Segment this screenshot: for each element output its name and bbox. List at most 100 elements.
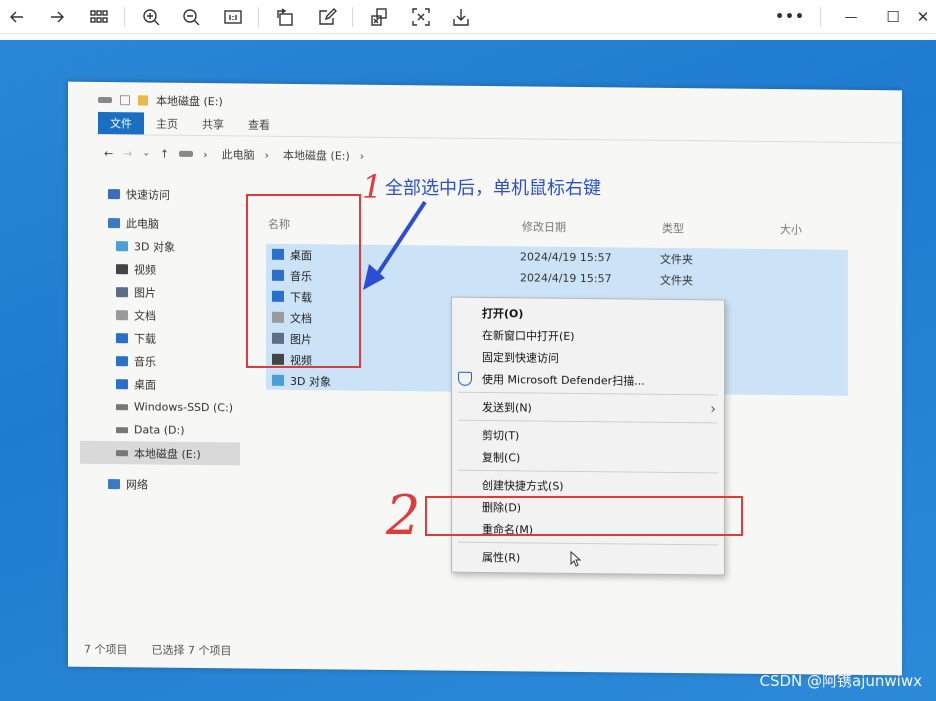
more-options-button[interactable]: ••• xyxy=(775,4,804,30)
chevron-right-icon: › xyxy=(264,148,270,162)
explorer-title-bar: 本地磁盘 (E:) xyxy=(98,90,223,111)
column-header-type[interactable]: 类型 xyxy=(662,220,684,236)
network-icon xyxy=(108,478,120,489)
tab-home[interactable]: 主页 xyxy=(144,112,190,134)
annotation-text-1: 全部选中后，单机鼠标右键 xyxy=(385,178,601,199)
toolbar-divider xyxy=(258,7,259,27)
menu-separator xyxy=(458,391,718,396)
nav-item-label: 下载 xyxy=(134,331,156,346)
forward-arrow-icon[interactable] xyxy=(44,4,70,30)
nav-item-desktop[interactable]: 桌面 xyxy=(80,372,240,397)
back-icon[interactable]: ← xyxy=(104,147,113,160)
menu-item-label: 发送到(N) xyxy=(482,400,532,415)
zoom-in-icon[interactable] xyxy=(138,4,164,30)
video-icon xyxy=(116,263,128,274)
save-icon[interactable] xyxy=(448,4,474,30)
breadcrumb-this-pc[interactable]: 此电脑 xyxy=(222,146,255,162)
nav-item-documents[interactable]: 文档 xyxy=(80,303,240,328)
nav-item-drive-e[interactable]: 本地磁盘 (E:) xyxy=(80,440,240,466)
menu-separator xyxy=(458,469,718,474)
annotation-box-properties xyxy=(425,496,743,536)
nav-item-pictures[interactable]: 图片 xyxy=(80,280,240,305)
toolbar-divider xyxy=(820,7,821,27)
menu-item-send-to[interactable]: 发送到(N) › xyxy=(452,396,724,421)
menu-item-copy[interactable]: 复制(C) xyxy=(452,446,724,471)
nav-item-label: 快速访问 xyxy=(126,187,170,202)
forward-icon[interactable]: → xyxy=(123,147,132,160)
grid-icon[interactable] xyxy=(86,4,112,30)
nav-item-3d-objects[interactable]: 3D 对象 xyxy=(80,234,240,259)
breadcrumb-drive-e[interactable]: 本地磁盘 (E:) xyxy=(283,147,350,164)
chevron-down-icon[interactable]: ⌄ xyxy=(142,148,150,158)
ribbon-tabs: 文件 主页 共享 查看 xyxy=(98,111,282,136)
watermark: CSDN @阿镌ajunwiwx xyxy=(759,672,923,690)
drive-icon xyxy=(116,426,128,433)
zoom-out-icon[interactable] xyxy=(178,4,204,30)
mouse-cursor-icon xyxy=(570,550,582,567)
up-icon[interactable]: ↑ xyxy=(160,147,169,160)
nav-item-label: 此电脑 xyxy=(126,216,159,231)
tab-view[interactable]: 查看 xyxy=(236,113,282,135)
crop-icon[interactable] xyxy=(408,4,434,30)
menu-separator xyxy=(458,419,718,424)
cube-icon xyxy=(116,240,128,251)
cube-icon xyxy=(272,374,284,386)
computer-icon xyxy=(108,217,120,228)
nav-item-label: 视频 xyxy=(134,262,156,277)
nav-item-this-pc[interactable]: 此电脑 xyxy=(80,211,240,236)
nav-item-drive-c[interactable]: Windows-SSD (C:) xyxy=(80,395,240,420)
tab-file[interactable]: 文件 xyxy=(98,111,144,135)
menu-item-pin-quick-access[interactable]: 固定到快速访问 xyxy=(452,346,724,371)
selected-count: 已选择 7 个项目 xyxy=(151,643,232,658)
address-bar: ← → ⌄ ↑ › 此电脑 › 本地磁盘 (E:) › xyxy=(104,142,364,167)
tab-share[interactable]: 共享 xyxy=(190,113,236,135)
drive-icon xyxy=(179,150,194,157)
status-bar: 7 个项目 已选择 7 个项目 xyxy=(84,641,232,659)
ribbon-divider xyxy=(98,133,902,144)
menu-item-defender-scan[interactable]: 使用 Microsoft Defender扫描... xyxy=(452,368,724,393)
nav-item-videos[interactable]: 视频 xyxy=(80,257,240,282)
menu-item-open-new-window[interactable]: 在新窗口中打开(E) xyxy=(452,324,724,349)
item-count: 7 个项目 xyxy=(84,642,128,657)
column-header-date[interactable]: 修改日期 xyxy=(522,218,566,234)
annotation-arrow-icon xyxy=(363,200,427,290)
annotation-number-2: 2 xyxy=(386,484,421,547)
nav-item-music[interactable]: 音乐 xyxy=(80,349,240,374)
file-type: 文件夹 xyxy=(660,252,693,266)
menu-item-cut[interactable]: 剪切(T) xyxy=(452,424,724,449)
check-icon xyxy=(120,95,130,106)
menu-item-label: 属性(R) xyxy=(482,550,521,565)
annotation-box-files xyxy=(246,194,361,368)
menu-item-open[interactable]: 打开(O) xyxy=(452,302,724,327)
ocr-icon[interactable] xyxy=(366,4,392,30)
chevron-right-icon: › xyxy=(359,149,365,163)
edit-icon[interactable] xyxy=(314,4,340,30)
nav-item-network[interactable]: 网络 xyxy=(80,472,240,497)
folder-icon xyxy=(138,95,148,106)
nav-item-downloads[interactable]: 下载 xyxy=(80,326,240,351)
column-header-size[interactable]: 大小 xyxy=(780,221,802,237)
nav-item-label: 3D 对象 xyxy=(134,239,175,254)
drive-icon xyxy=(98,96,112,104)
chevron-right-icon: › xyxy=(710,401,716,418)
menu-item-properties[interactable]: 属性(R) xyxy=(452,546,724,571)
viewer-toolbar: ••• — ☐ ✕ xyxy=(0,0,936,34)
window-title: 本地磁盘 (E:) xyxy=(156,94,223,109)
drive-icon xyxy=(116,449,128,456)
toolbar-divider xyxy=(124,7,125,27)
back-arrow-icon[interactable] xyxy=(4,4,30,30)
close-button[interactable]: ✕ xyxy=(910,4,936,30)
desktop-icon xyxy=(116,378,128,389)
actual-size-icon[interactable] xyxy=(220,4,246,30)
menu-item-label: 使用 Microsoft Defender扫描... xyxy=(482,372,645,388)
document-icon xyxy=(116,309,128,320)
menu-item-create-shortcut[interactable]: 创建快捷方式(S) xyxy=(452,474,724,499)
nav-item-quick-access[interactable]: 快速访问 xyxy=(80,182,240,207)
navigation-pane: 快速访问 此电脑 3D 对象 视频 图片 文档 下载 音乐 桌面 Windows… xyxy=(80,182,240,497)
toolbar-divider xyxy=(352,7,353,27)
maximize-button[interactable]: ☐ xyxy=(880,4,906,30)
nav-item-drive-d[interactable]: Data (D:) xyxy=(80,418,240,443)
minimize-button[interactable]: — xyxy=(838,4,864,30)
photo-canvas: 本地磁盘 (E:) 文件 主页 共享 查看 ← → ⌄ ↑ › 此电脑 › 本地… xyxy=(0,40,936,701)
rotate-icon[interactable] xyxy=(272,4,298,30)
